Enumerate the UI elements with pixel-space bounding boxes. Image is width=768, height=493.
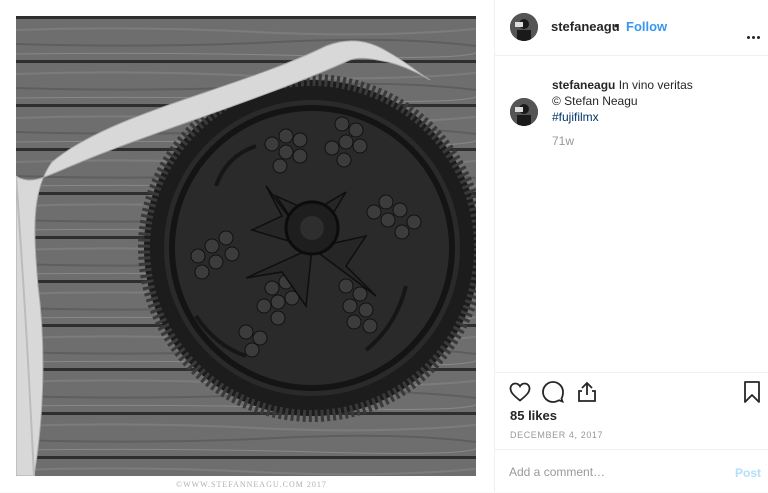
avatar[interactable] [510, 13, 538, 41]
caption-line-1: In vino veritas [618, 78, 693, 92]
post-sidebar: stefaneagu • Follow stefaneagu In vino v… [494, 0, 768, 492]
post-button[interactable]: Post [735, 466, 761, 480]
avatar-image [510, 13, 538, 41]
post-media-area: ©WWW.STEFANNEAGU.COM 2017 [0, 0, 494, 492]
post-date[interactable]: DECEMBER 4, 2017 [510, 430, 603, 440]
caption-line-2: © Stefan Neagu [552, 94, 638, 108]
post-photo[interactable] [16, 16, 476, 476]
likes-count[interactable]: 85 likes [510, 408, 557, 423]
avatar-image [510, 98, 538, 126]
bookmark-icon[interactable] [741, 380, 763, 409]
actions-divider [495, 372, 768, 374]
caption-text: stefaneagu In vino veritas © Stefan Neag… [552, 77, 752, 125]
photo-image [16, 16, 476, 476]
comment-input[interactable] [509, 462, 709, 482]
more-horizontal-icon[interactable] [747, 26, 762, 44]
photo-watermark: ©WWW.STEFANNEAGU.COM 2017 [176, 480, 327, 489]
header-separator: • [614, 18, 619, 33]
comment-icon[interactable] [541, 380, 565, 409]
share-icon[interactable] [575, 380, 599, 409]
hashtag-link[interactable]: #fujifilmx [552, 110, 599, 124]
heart-icon[interactable] [508, 380, 532, 409]
follow-button[interactable]: Follow [626, 19, 667, 34]
comment-bar: Post [495, 449, 768, 493]
caption-username[interactable]: stefaneagu [552, 78, 615, 92]
caption-age[interactable]: 71w [552, 134, 574, 148]
caption-avatar[interactable] [510, 98, 538, 126]
header-username[interactable]: stefaneagu [551, 19, 620, 34]
post-header: stefaneagu • Follow [495, 0, 768, 56]
